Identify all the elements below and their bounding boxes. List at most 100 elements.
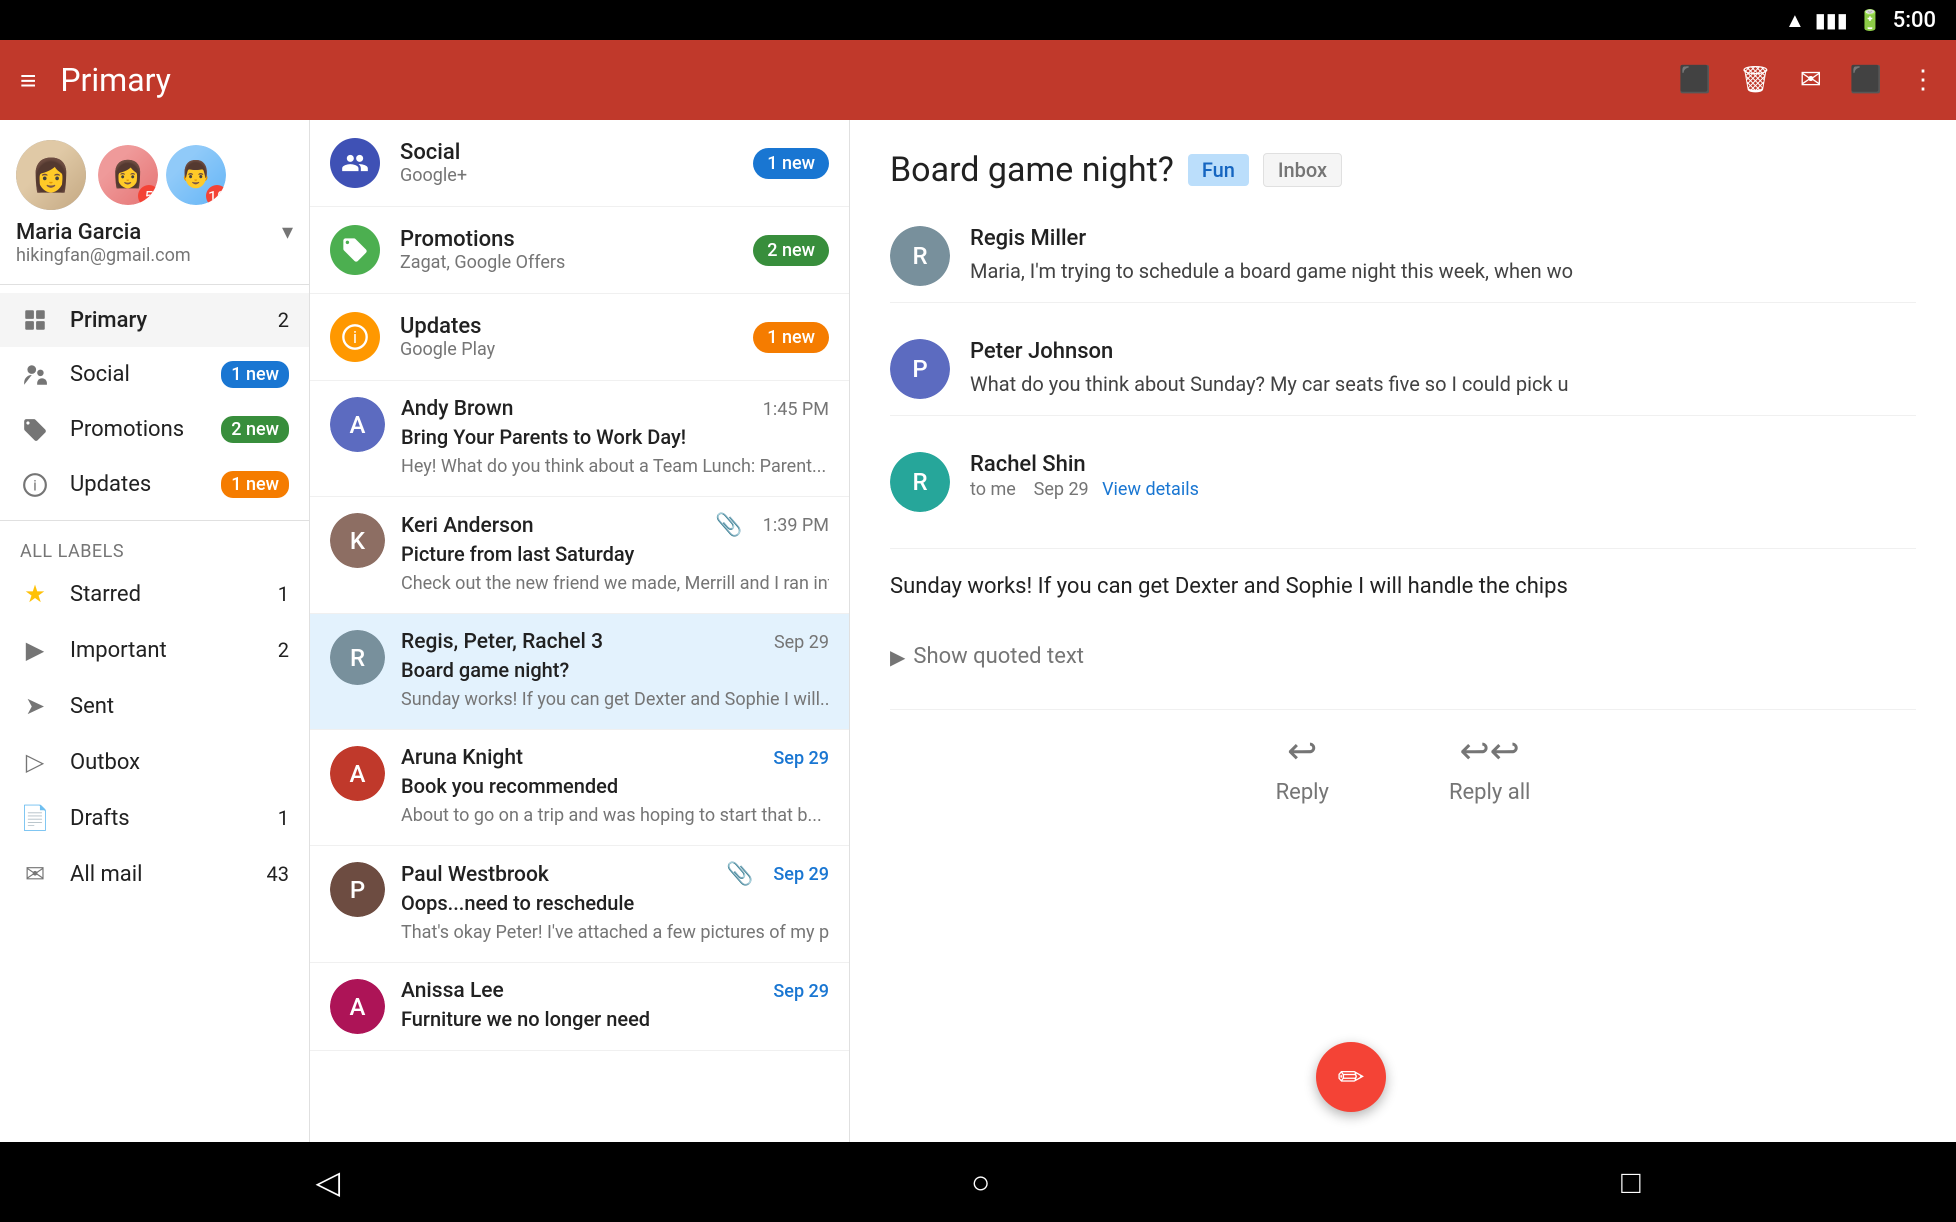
social-cat-name: Social xyxy=(400,140,753,165)
drafts-count: 1 xyxy=(278,806,289,830)
attachment-icon-keri: 📎 xyxy=(715,513,742,538)
reply-icon: ↩ xyxy=(1287,730,1317,772)
allmail-label: All mail xyxy=(70,862,267,887)
all-labels-heading: All labels xyxy=(0,529,309,566)
svg-text:i: i xyxy=(353,328,357,347)
sent-label: Sent xyxy=(70,694,289,719)
sidebar-item-drafts[interactable]: 📄 Drafts 1 xyxy=(0,790,309,846)
promotions-cat-badge: 2 new xyxy=(753,235,829,266)
email-avatar-anissa: A xyxy=(330,979,385,1034)
sidebar-item-social[interactable]: Social 1 new xyxy=(0,347,309,402)
email-preview-paul: That's okay Peter! I've attached a few p… xyxy=(401,918,829,946)
email-avatar-keri: K xyxy=(330,513,385,568)
email-time-keri: 1:39 PM xyxy=(763,515,829,536)
sidebar-item-outbox[interactable]: ▷ Outbox xyxy=(0,734,309,790)
updates-cat-icon: i xyxy=(330,312,380,362)
detail-tag-fun[interactable]: Fun xyxy=(1188,154,1249,186)
recents-button[interactable]: □ xyxy=(1581,1153,1680,1211)
account-dropdown-arrow[interactable]: ▾ xyxy=(282,220,293,245)
updates-cat-subtitle: Google Play xyxy=(400,339,753,360)
detail-tag-inbox[interactable]: Inbox xyxy=(1263,153,1342,187)
thread-item-peter[interactable]: P Peter Johnson What do you think about … xyxy=(890,323,1916,416)
reply-all-label: Reply all xyxy=(1449,780,1530,805)
thread-info-regis: Regis Miller Maria, I'm trying to schedu… xyxy=(970,226,1916,286)
thread-info-peter: Peter Johnson What do you think about Su… xyxy=(970,339,1916,399)
email-subject-paul: Oops...need to reschedule xyxy=(401,891,829,915)
primary-label: Primary xyxy=(70,308,278,333)
reply-button[interactable]: ↩ Reply xyxy=(1276,730,1329,805)
menu-icon[interactable]: ≡ xyxy=(20,64,36,97)
sidebar-item-starred[interactable]: ★ Starred 1 xyxy=(0,566,309,622)
thread-sender-peter: Peter Johnson xyxy=(970,339,1916,364)
promotions-label: Promotions xyxy=(70,417,221,442)
back-button[interactable]: ◁ xyxy=(275,1153,380,1211)
thread-avatar-rachel: R xyxy=(890,452,950,512)
toolbar-action-email[interactable]: ✉ xyxy=(1800,65,1822,95)
email-time-anissa: Sep 29 xyxy=(773,981,829,1002)
toolbar-action-delete[interactable]: 🗑 xyxy=(1739,65,1772,95)
account-info: Maria Garcia ▾ hikingfan@gmail.com xyxy=(0,220,309,276)
status-bar: ▲ ▮▮▮ 🔋 5:00 xyxy=(0,0,1956,40)
allmail-icon: ✉ xyxy=(20,860,50,888)
other-account-2[interactable]: 👨 10 xyxy=(166,145,226,205)
category-social[interactable]: Social Google+ 1 new xyxy=(310,120,849,207)
sidebar-item-updates[interactable]: i Updates 1 new xyxy=(0,457,309,512)
social-cat-subtitle: Google+ xyxy=(400,165,753,186)
social-cat-info: Social Google+ xyxy=(400,140,753,186)
star-icon: ★ xyxy=(20,580,50,608)
sidebar-item-primary[interactable]: Primary 2 xyxy=(0,293,309,347)
promotions-cat-name: Promotions xyxy=(400,227,753,252)
sidebar-item-promotions[interactable]: Promotions 2 new xyxy=(0,402,309,457)
social-cat-icon xyxy=(330,138,380,188)
wifi-icon: ▲ xyxy=(1785,8,1805,33)
sidebar-item-sent[interactable]: ➤ Sent xyxy=(0,678,309,734)
primary-icon xyxy=(20,307,50,333)
email-item-aruna[interactable]: A Aruna Knight Sep 29 Book you recommend… xyxy=(310,730,849,846)
sidebar-divider-1 xyxy=(0,284,309,285)
email-item-anissa[interactable]: A Anissa Lee Sep 29 Furniture we no long… xyxy=(310,963,849,1051)
thread-meta-rachel: to me Sep 29 View details xyxy=(970,479,1916,500)
account-header: 👩 👩 5 👨 10 xyxy=(0,120,309,220)
email-sender-boardgame: Regis, Peter, Rachel 3 xyxy=(401,630,603,654)
updates-cat-name: Updates xyxy=(400,314,753,339)
attachment-icon-paul: 📎 xyxy=(726,862,753,887)
email-preview-andy: Hey! What do you think about a Team Lunc… xyxy=(401,452,829,480)
other-account-badge-2: 10 xyxy=(206,185,226,205)
updates-icon: i xyxy=(20,472,50,498)
email-subject-andy: Bring Your Parents to Work Day! xyxy=(401,425,829,449)
email-item-paul[interactable]: P Paul Westbrook 📎 Sep 29 Oops...need to… xyxy=(310,846,849,963)
email-subject-anissa: Furniture we no longer need xyxy=(401,1007,829,1031)
category-updates[interactable]: i Updates Google Play 1 new xyxy=(310,294,849,381)
toolbar-title: Primary xyxy=(60,61,1678,99)
email-item-keri[interactable]: K Keri Anderson 📎 1:39 PM Picture from l… xyxy=(310,497,849,614)
email-preview-aruna: About to go on a trip and was hoping to … xyxy=(401,801,829,829)
quoted-chevron-icon: ▶ xyxy=(890,645,905,669)
svg-text:i: i xyxy=(33,476,37,494)
toolbar-action-more[interactable]: ⋮ xyxy=(1910,65,1936,95)
email-item-andy[interactable]: A Andy Brown 1:45 PM Bring Your Parents … xyxy=(310,381,849,497)
email-preview-keri: Check out the new friend we made, Merril… xyxy=(401,569,829,597)
email-sender-andy: Andy Brown xyxy=(401,397,513,421)
email-body-andy: Andy Brown 1:45 PM Bring Your Parents to… xyxy=(401,397,829,480)
promotions-cat-subtitle: Zagat, Google Offers xyxy=(400,252,753,273)
reply-all-button[interactable]: ↩↩ Reply all xyxy=(1449,730,1530,805)
view-details-link[interactable]: View details xyxy=(1102,479,1199,500)
compose-fab[interactable]: ✏ xyxy=(1316,1042,1386,1112)
compose-icon: ✏ xyxy=(1338,1058,1365,1096)
toolbar-action-archive[interactable]: ⬛ xyxy=(1678,65,1710,95)
category-promotions[interactable]: Promotions Zagat, Google Offers 2 new xyxy=(310,207,849,294)
email-item-boardgame[interactable]: R Regis, Peter, Rachel 3 Sep 29 Board ga… xyxy=(310,614,849,730)
thread-item-rachel[interactable]: R Rachel Shin to me Sep 29 View details xyxy=(890,436,1916,528)
thread-avatar-peter: P xyxy=(890,339,950,399)
thread-info-rachel: Rachel Shin to me Sep 29 View details xyxy=(970,452,1916,512)
home-button[interactable]: ○ xyxy=(931,1153,1030,1211)
sidebar-item-all-mail[interactable]: ✉ All mail 43 xyxy=(0,846,309,902)
email-avatar-boardgame: R xyxy=(330,630,385,685)
thread-item-regis[interactable]: R Regis Miller Maria, I'm trying to sche… xyxy=(890,210,1916,303)
toolbar-action-label[interactable]: ⬛ xyxy=(1850,65,1882,95)
other-account-1[interactable]: 👩 5 xyxy=(98,145,158,205)
show-quoted-text[interactable]: ▶ Show quoted text xyxy=(890,644,1916,669)
starred-label: Starred xyxy=(70,582,278,607)
email-sender-keri: Keri Anderson xyxy=(401,514,534,538)
sidebar-item-important[interactable]: ▶ Important 2 xyxy=(0,622,309,678)
